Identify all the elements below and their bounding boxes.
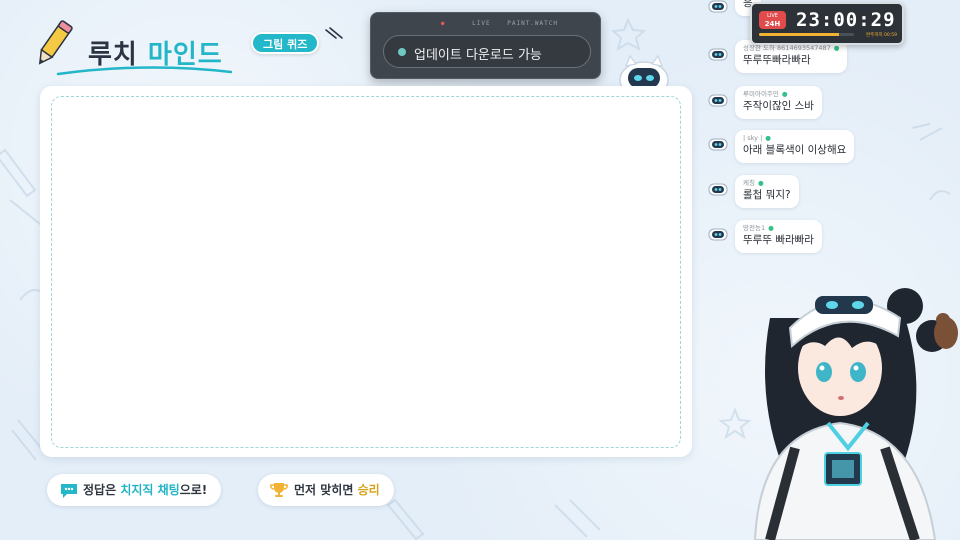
chat-username: 루미아이주민 ● [743, 90, 814, 99]
drawing-canvas[interactable] [40, 86, 692, 457]
robot-avatar-icon [708, 138, 728, 151]
chat-text: 아래 블록색이 이상해요 [743, 144, 847, 156]
timer-time: 23:00:29 [796, 9, 896, 31]
update-meta: ● LIVE PAINT.WATCH [440, 20, 558, 27]
hint2-prefix: 먼저 맞히면 [294, 483, 358, 497]
update-meta-left: LIVE [472, 20, 491, 27]
live-badge-top: LIVE [767, 13, 778, 19]
robot-avatar-icon [708, 48, 728, 61]
timer-progress-bar [759, 33, 854, 36]
chat-username-text: 루미아이주민 [743, 90, 779, 98]
live-badge-bottom: 24H [764, 20, 781, 28]
sparkle-icon [325, 27, 343, 39]
chat-text: 뚜루뚜빠라빠라 [743, 54, 811, 66]
status-dot-icon [398, 48, 406, 56]
chat-text: 롤첩 뭐지? [743, 189, 791, 201]
chat-username: 성장한 도하 8614693547487 ● [743, 44, 839, 53]
chat-username: 망전능1 ● [743, 224, 814, 233]
online-dot-icon: ● [757, 179, 764, 187]
update-meta-right: PAINT.WATCH [507, 20, 558, 27]
live-badge: LIVE 24H [759, 11, 786, 29]
chat-bubble: 루미아이주민 ● 주작이잖인 스바 [735, 86, 822, 119]
answer-hint-pill: 정답은 치지직 채팅으로! [47, 474, 222, 506]
timer-progress-fill [759, 33, 839, 36]
online-dot-icon: ● [781, 90, 788, 98]
hint1-suffix: 으로! [179, 483, 208, 497]
robot-avatar-icon [708, 228, 728, 241]
robot-avatar-icon [708, 0, 728, 13]
chat-bubble: | sky | ● 아래 블록색이 이상해요 [735, 130, 855, 163]
canvas-dashed-border [51, 96, 681, 448]
chat-username: | sky | ● [743, 134, 846, 143]
chat-bubble: 망전능1 ● 뚜루뚜 빠라빠라 [735, 220, 822, 253]
win-hint-pill: 먼저 맞히면 승리 [258, 474, 394, 506]
update-message: 업데이트 다운로드 가능 [414, 48, 542, 63]
robot-avatar-icon [708, 94, 728, 107]
update-download-button[interactable]: 업데이트 다운로드 가능 [383, 35, 591, 68]
online-dot-icon: ● [765, 134, 771, 142]
chat-text: 주작이잖인 스바 [743, 100, 814, 112]
hint2-accent: 승리 [357, 483, 380, 497]
hint1-accent: 치지직 채팅 [120, 483, 180, 497]
chat-username-text: 성장한 도하 8614693547487 [743, 44, 831, 52]
trophy-icon [270, 483, 288, 497]
chat-username: 케칭 ● [743, 179, 791, 188]
update-popup: ● LIVE PAINT.WATCH 업데이트 다운로드 가능 [370, 12, 601, 79]
hint1-prefix: 정답은 [83, 483, 121, 497]
quiz-badge: 그림 퀴즈 [251, 32, 320, 54]
chat-bubble: 케칭 ● 롤첩 뭐지? [735, 175, 799, 208]
chat-username-text: 망전능1 [743, 224, 766, 232]
app-logo: 루치 마인드 [30, 14, 240, 80]
chat-bubble-icon [61, 484, 77, 498]
chat-username-text: 케칭 [743, 179, 755, 187]
online-dot-icon: ● [768, 224, 774, 232]
chat-username-text: | sky | [743, 134, 763, 142]
title-underline [56, 66, 233, 76]
stream-timer: LIVE 24H 23:00:29 완주까지 00:59 [750, 2, 904, 45]
chat-text: 뚜루뚜 빠라빠라 [743, 234, 814, 246]
timer-footer: 완주까지 00:59 [866, 33, 897, 38]
robot-avatar-icon [708, 183, 728, 196]
vtuber-character [753, 288, 958, 540]
online-dot-icon: ● [833, 44, 840, 52]
